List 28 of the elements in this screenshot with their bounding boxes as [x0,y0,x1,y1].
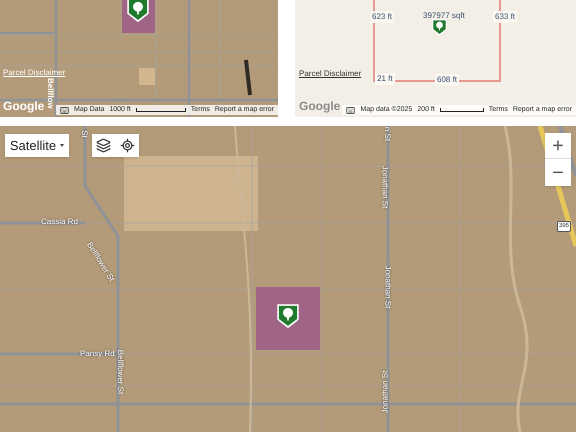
dimension-label: 608 ft [435,74,460,86]
street-label: Jonathan St [382,266,394,308]
locate-icon[interactable] [120,138,135,153]
street-label: n St [382,126,394,142]
google-logo: Google [3,98,44,115]
google-logo: Google [299,98,340,115]
street-label: Jonathan St [379,166,390,208]
layers-icon[interactable] [96,138,112,153]
street-label: Bellflower St [115,350,126,394]
area-label: 397977 sqft [423,10,465,22]
street-label: Jonathan St [379,370,390,414]
street-label: Pansy Rd [80,348,115,360]
parcel-disclaimer-link[interactable]: Parcel Disclaimer [299,68,362,80]
zoom-in-button[interactable]: + [545,133,571,159]
keyboard-icon[interactable] [60,106,70,114]
scale-bar [440,108,484,112]
caret-icon [60,144,64,147]
dimension-label: 21 ft [375,73,395,85]
keyboard-icon[interactable] [346,106,356,114]
map-type-button[interactable]: Satellite [5,134,69,157]
tree-marker-icon[interactable] [432,19,447,36]
street-label: St [78,130,90,138]
scale-bar [136,108,186,112]
dimension-label: 633 ft [493,11,518,23]
street-label: Cassia Rd [41,216,78,228]
zoom-out-button[interactable]: − [545,159,571,186]
dimension-label: 623 ft [370,11,394,23]
street-label: Bellflow [45,78,56,109]
